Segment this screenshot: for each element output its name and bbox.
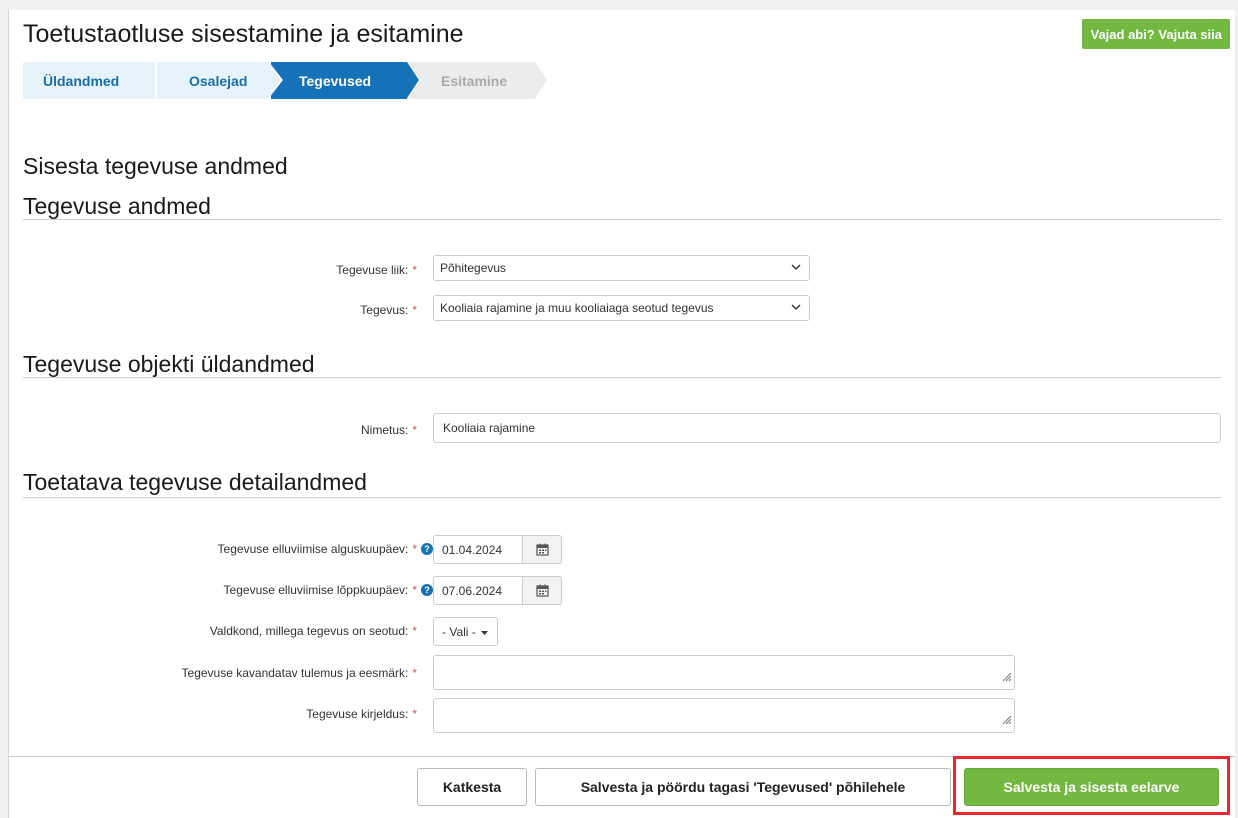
required-marker: * — [412, 583, 417, 597]
highlight-box — [953, 756, 1230, 815]
result-label: Tegevuse kavandatav tulemus ja eesmärk: * — [181, 666, 417, 680]
description-textarea[interactable] — [433, 698, 1015, 733]
start-date-picker: 01.04.2024 — [433, 535, 562, 564]
resize-grip-icon[interactable] — [1002, 712, 1012, 730]
required-marker: * — [412, 423, 417, 437]
end-date-picker: 07.06.2024 — [433, 576, 562, 605]
step-label: Esitamine — [441, 72, 508, 89]
section-divider — [23, 219, 1221, 220]
caret-down-icon — [480, 625, 489, 639]
required-marker: * — [412, 624, 417, 638]
activity-select[interactable]: Kooliaia rajamine ja muu kooliaiaga seot… — [433, 295, 810, 321]
calendar-icon[interactable] — [523, 535, 562, 564]
required-marker: * — [412, 666, 417, 680]
step-label: Osalejad — [189, 72, 248, 89]
section-divider — [23, 377, 1221, 378]
step-arrow — [407, 62, 419, 98]
help-button[interactable]: Vajad abi? Vajuta siia — [1082, 19, 1230, 49]
cancel-button[interactable]: Katkesta — [417, 768, 527, 806]
question-circle-icon[interactable]: ? — [421, 543, 433, 555]
resize-grip-icon[interactable] — [1002, 669, 1012, 687]
required-marker: * — [412, 263, 417, 277]
end-date-input[interactable]: 07.06.2024 — [433, 576, 523, 605]
step-tegevused[interactable]: Tegevused — [271, 62, 407, 99]
object-name-label: Nimetus: * — [360, 423, 417, 437]
field-label: Valdkond, millega tegevus on seotud: * — [209, 624, 417, 638]
calendar-icon[interactable] — [523, 576, 562, 605]
end-date-label: Tegevuse elluviimise lõppkuupäev: *? — [224, 583, 433, 597]
description-label: Tegevuse kirjeldus: * — [306, 707, 417, 721]
page-title: Toetustaotluse sisestamine ja esitamine — [23, 20, 464, 48]
question-circle-icon[interactable]: ? — [421, 584, 433, 596]
step-label: Tegevused — [299, 72, 372, 89]
chevron-down-icon — [791, 262, 801, 275]
object-name-input[interactable]: Kooliaia rajamine — [433, 413, 1221, 443]
step-arrow — [535, 62, 547, 98]
section-heading-activity: Tegevuse andmed — [23, 193, 211, 219]
form-heading: Sisesta tegevuse andmed — [23, 153, 288, 179]
activity-type-select[interactable]: Põhitegevus — [433, 255, 810, 281]
main-panel: Toetustaotluse sisestamine ja esitamine … — [8, 10, 1235, 818]
section-heading-object: Tegevuse objekti üldandmed — [23, 351, 315, 377]
section-divider — [23, 497, 1221, 498]
step-osalejad[interactable]: Osalejad — [157, 62, 269, 99]
step-label: Üldandmed — [43, 72, 120, 89]
section-heading-details: Toetatava tegevuse detailandmed — [23, 469, 367, 495]
required-marker: * — [412, 707, 417, 721]
activity-label: Tegevus: * — [360, 303, 417, 317]
step-arrow — [157, 62, 169, 98]
field-dropdown[interactable]: - Vali - — [433, 617, 498, 646]
result-textarea[interactable] — [433, 655, 1015, 690]
step-esitamine: Esitamine — [409, 62, 535, 99]
required-marker: * — [412, 303, 417, 317]
required-marker: * — [412, 542, 417, 556]
save-return-button[interactable]: Salvesta ja pöördu tagasi 'Tegevused' põ… — [535, 768, 951, 806]
step-uldandmed[interactable]: Üldandmed — [23, 62, 155, 99]
chevron-down-icon — [791, 302, 801, 315]
start-date-input[interactable]: 01.04.2024 — [433, 535, 523, 564]
start-date-label: Tegevuse elluviimise alguskuupäev: *? — [218, 542, 433, 556]
activity-type-label: Tegevuse liik: * — [336, 263, 417, 277]
step-arrow — [269, 62, 281, 98]
